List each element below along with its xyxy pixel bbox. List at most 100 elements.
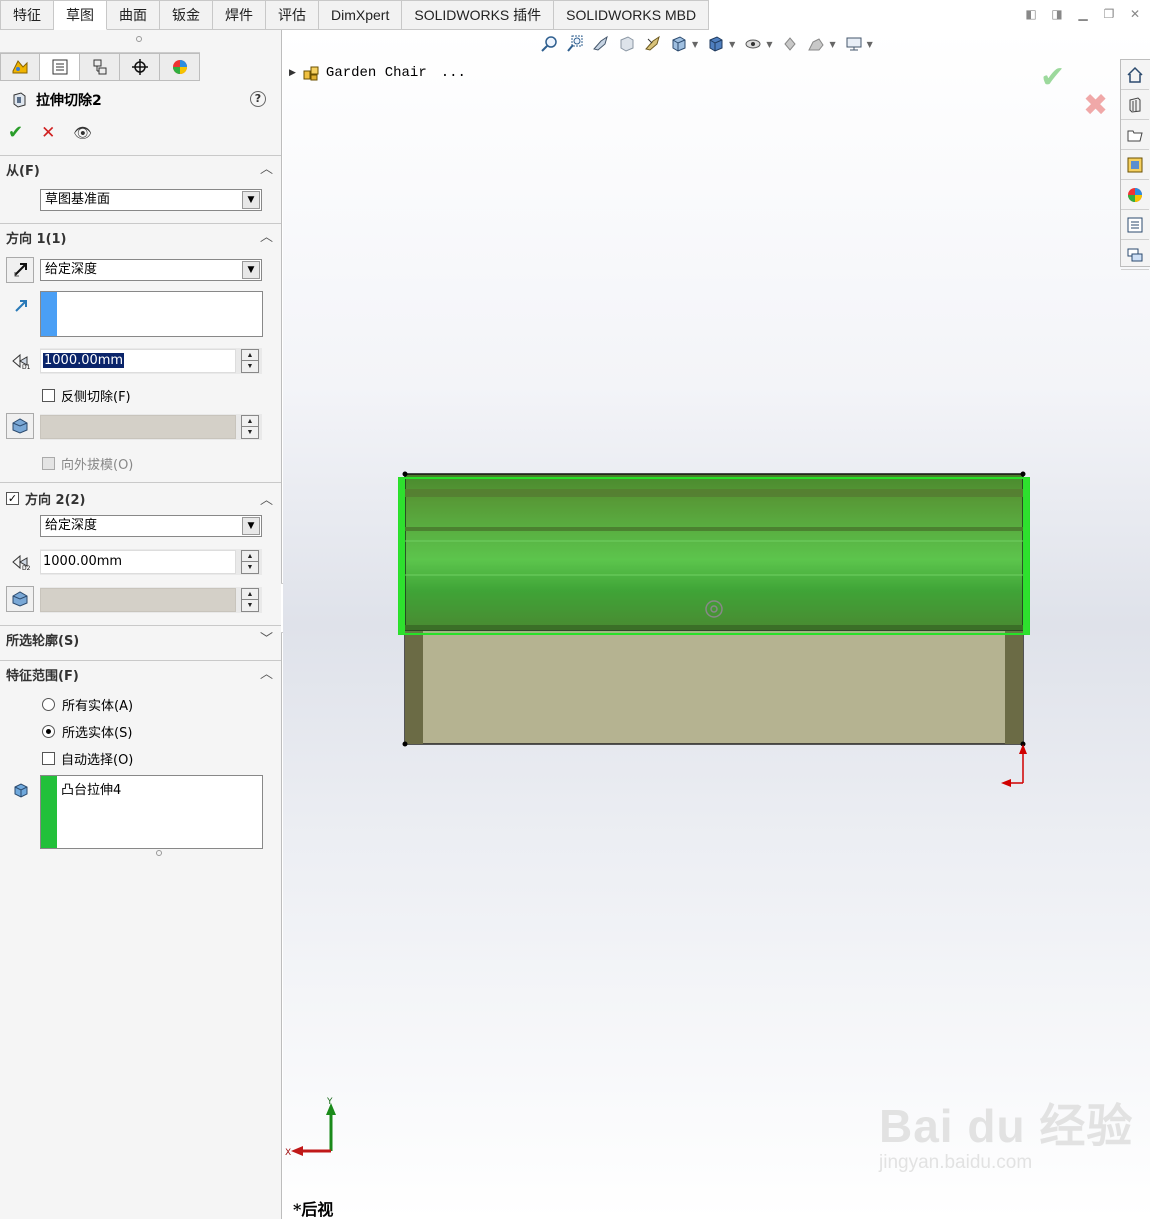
tab-dimxpert[interactable]: DimXpert <box>319 0 403 30</box>
direction2-section-header[interactable]: ✓ 方向 2(2) ︿ <box>0 482 281 508</box>
reverse-direction-arrow-icon <box>14 263 27 277</box>
model-graphics[interactable] <box>283 30 1150 1219</box>
dropdown-arrow-icon[interactable]: ▼ <box>242 517 260 535</box>
draft-toggle-button[interactable] <box>6 413 34 439</box>
left-leg[interactable] <box>405 630 423 744</box>
draft2-toggle-button[interactable] <box>6 586 34 612</box>
bodies-to-cut-listbox[interactable]: 凸台拉伸4 <box>40 775 263 849</box>
ok-check-icon[interactable]: ✔ <box>8 122 23 143</box>
from-section-header[interactable]: 从(F) ︿ <box>0 155 281 179</box>
checkbox-box <box>42 457 55 470</box>
direction2-checkbox[interactable]: ✓ 方向 2(2) <box>6 489 86 508</box>
tab-solidworks-mbd[interactable]: SOLIDWORKS MBD <box>554 0 710 30</box>
tab-weldments[interactable]: 焊件 <box>213 0 266 30</box>
minimize-icon[interactable]: ▁ <box>1074 5 1092 23</box>
reverse-direction-button[interactable] <box>6 257 34 283</box>
chevron-up-icon[interactable]: ︿ <box>260 158 273 177</box>
svg-text:X: X <box>285 1148 291 1158</box>
direction1-end-condition-combo[interactable]: 给定深度 ▼ <box>40 259 262 281</box>
direction1-section-header[interactable]: 方向 1(1) ︿ <box>0 223 281 247</box>
radio-off[interactable] <box>42 698 55 711</box>
spin-down-icon: ▼ <box>246 429 254 436</box>
depth-d1-spinbox[interactable]: 1000.00mm ▲ ▼ <box>40 348 262 374</box>
selection-color-bar <box>41 292 57 336</box>
direction2-end-condition-value: 给定深度 <box>45 518 98 533</box>
spin-down-icon: ▼ <box>246 602 254 609</box>
checkbox-checked[interactable]: ✓ <box>6 492 19 505</box>
from-section-title: 从(F) <box>6 164 40 179</box>
tab-surfaces[interactable]: 曲面 <box>107 0 160 30</box>
right-leg[interactable] <box>1005 630 1023 744</box>
help-icon[interactable]: ? <box>250 91 266 107</box>
all-bodies-radio[interactable]: 所有实体(A) <box>42 695 133 714</box>
flip-side-to-cut-checkbox[interactable]: 反侧切除(F) <box>42 386 131 405</box>
draft-outward-label: 向外拔模(O) <box>61 458 134 473</box>
chevron-up-icon[interactable]: ︿ <box>260 489 273 508</box>
listbox-resize-grip[interactable] <box>156 850 162 856</box>
appearance-ball-icon <box>172 60 187 74</box>
checkbox-box[interactable] <box>42 752 55 765</box>
direction2-end-condition-combo[interactable]: 给定深度 ▼ <box>40 515 262 537</box>
close-icon[interactable]: ✕ <box>1126 5 1144 23</box>
spin-down-icon[interactable]: ▼ <box>242 562 258 573</box>
depth-d1-input[interactable]: 1000.00mm <box>40 349 236 373</box>
extruded-cut-preview[interactable] <box>398 477 1030 635</box>
from-start-condition-combo[interactable]: 草图基准面 ▼ <box>40 189 262 211</box>
tab-sheet-metal[interactable]: 钣金 <box>160 0 213 30</box>
selected-bodies-label: 所选实体(S) <box>62 726 133 741</box>
preview-edge-right <box>1023 478 1029 634</box>
spin-up-icon[interactable]: ▲ <box>242 551 258 562</box>
radio-on[interactable] <box>42 725 55 738</box>
direction-of-extrusion-listbox[interactable] <box>40 291 263 337</box>
tab-features[interactable]: 特征 <box>0 0 54 30</box>
tab-feature-manager[interactable] <box>0 53 40 81</box>
tab-evaluate[interactable]: 评估 <box>266 0 319 30</box>
direction2-title: 方向 2(2) <box>25 493 86 508</box>
depth-d2-input[interactable]: 1000.00mm <box>40 550 236 574</box>
cancel-x-icon[interactable]: ✕ <box>41 123 55 143</box>
dropdown-arrow-icon[interactable]: ▼ <box>242 191 260 209</box>
tab-solidworks-addins[interactable]: SOLIDWORKS 插件 <box>402 0 555 30</box>
chevron-up-icon[interactable]: ︿ <box>260 663 273 682</box>
flip-side-label: 反侧切除(F) <box>61 390 131 405</box>
tab-property-manager[interactable] <box>40 53 80 81</box>
tab-configuration-manager[interactable] <box>80 53 120 81</box>
configuration-manager-icon <box>93 59 106 75</box>
graphics-area[interactable]: ▼ ▼ ▼ ▼ ▼ ▶ Garden Chair ... ✔ ✖ Y X *后视… <box>283 30 1150 1219</box>
chevron-down-icon[interactable]: ﹀ <box>260 628 273 647</box>
restore-icon[interactable]: ❐ <box>1100 5 1118 23</box>
draft-angle-spinbox: ▲ ▼ <box>40 414 262 440</box>
tab-display-manager[interactable] <box>160 53 200 81</box>
direction-vector-icon <box>10 295 32 317</box>
draft-icon <box>12 418 28 434</box>
detailed-preview-eye-icon[interactable]: 👁 <box>73 124 92 142</box>
tab-dimxpert-manager[interactable] <box>120 53 160 81</box>
depth-d2-spinbox[interactable]: 1000.00mm ▲ ▼ <box>40 549 262 575</box>
solid-body-icon <box>10 779 32 801</box>
svg-text:D2: D2 <box>22 565 31 571</box>
spin-down-icon[interactable]: ▼ <box>242 361 258 372</box>
draft-icon <box>12 591 28 607</box>
checkbox-box[interactable] <box>42 389 55 402</box>
spinner-buttons[interactable]: ▲ ▼ <box>241 349 259 373</box>
panel-resize-grip[interactable] <box>136 36 142 42</box>
tile-left-icon[interactable]: ◧ <box>1022 5 1040 23</box>
tab-sketch[interactable]: 草图 <box>54 0 107 30</box>
vertex <box>402 471 408 477</box>
spin-up-icon: ▲ <box>242 589 258 600</box>
selected-contours-section-header[interactable]: 所选轮廓(S) ﹀ <box>0 625 281 649</box>
tile-right-icon[interactable]: ◨ <box>1048 5 1066 23</box>
auto-select-checkbox[interactable]: 自动选择(O) <box>42 749 133 768</box>
origin-arrow-up-icon <box>1019 744 1027 754</box>
selection-color-bar <box>41 776 57 848</box>
spinner-buttons[interactable]: ▲ ▼ <box>241 550 259 574</box>
seat-body[interactable] <box>404 629 1024 745</box>
property-manager-icon <box>52 59 67 75</box>
selected-body-item[interactable]: 凸台拉伸4 <box>61 779 121 798</box>
spin-up-icon[interactable]: ▲ <box>242 350 258 361</box>
chevron-up-icon[interactable]: ︿ <box>260 226 273 245</box>
property-manager-panel: 拉伸切除2 ? ✔ ✕ 👁 从(F) ︿ 草图基准面 ▼ 方向 1(1) ︿ 给… <box>0 30 282 1219</box>
dropdown-arrow-icon[interactable]: ▼ <box>242 261 260 279</box>
selected-bodies-radio[interactable]: 所选实体(S) <box>42 722 132 741</box>
feature-scope-section-header[interactable]: 特征范围(F) ︿ <box>0 660 281 684</box>
